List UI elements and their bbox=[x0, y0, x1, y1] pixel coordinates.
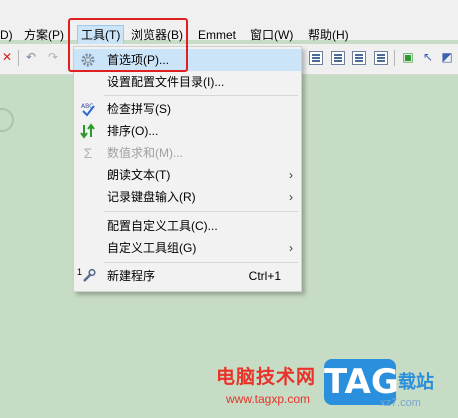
menu-item-sort[interactable]: 排序(O)... bbox=[74, 120, 301, 142]
menu-item-configure-custom-tools[interactable]: 配置自定义工具(C)... bbox=[74, 215, 301, 237]
redo-icon[interactable]: ↷ bbox=[46, 50, 60, 64]
menu-plan[interactable]: 方案(P) bbox=[24, 26, 64, 44]
submenu-arrow-icon: › bbox=[289, 190, 293, 204]
menu-item-new-program[interactable]: 1 新建程序 Ctrl+1 bbox=[74, 265, 301, 287]
toolbar-separator bbox=[18, 50, 19, 66]
toolbar-separator bbox=[394, 50, 395, 66]
watermark-sub-url: xz7.com bbox=[380, 397, 421, 409]
menu-item-label: 检查拼写(S) bbox=[107, 102, 171, 116]
watermark-url: www.tagxp.com bbox=[226, 392, 311, 406]
help-pointer-icon[interactable]: ↖ bbox=[421, 50, 435, 64]
watermark-site-name: 电脑技术网 bbox=[216, 367, 317, 388]
menu-item-shortcut: Ctrl+1 bbox=[248, 269, 281, 283]
background-circle-decoration bbox=[0, 108, 14, 132]
wrench-icon bbox=[80, 268, 96, 284]
menu-item-sum-values[interactable]: Σ 数值求和(M)... bbox=[74, 142, 301, 164]
menu-item-spellcheck[interactable]: ABC 检查拼写(S) bbox=[74, 98, 301, 120]
highlight-annotation-box bbox=[68, 18, 188, 72]
menu-scheme-partial[interactable]: D) bbox=[0, 26, 13, 44]
document-view-icon[interactable] bbox=[352, 51, 366, 65]
sort-icon bbox=[80, 123, 96, 139]
menu-item-label: 自定义工具组(G) bbox=[107, 241, 197, 255]
menu-item-label: 记录键盘输入(R) bbox=[107, 190, 196, 204]
panel-view-icon[interactable] bbox=[331, 51, 345, 65]
menu-item-label: 配置自定义工具(C)... bbox=[107, 219, 218, 233]
list-view-icon[interactable] bbox=[309, 51, 323, 65]
submenu-arrow-icon: › bbox=[289, 241, 293, 255]
run-icon[interactable]: ◩ bbox=[440, 50, 454, 64]
window-view-icon[interactable] bbox=[374, 51, 388, 65]
menu-window[interactable]: 窗口(W) bbox=[250, 26, 293, 44]
spellcheck-icon: ABC bbox=[80, 101, 96, 117]
menu-item-label: 设置配置文件目录(I)... bbox=[107, 75, 225, 89]
menu-item-label: 数值求和(M)... bbox=[107, 146, 183, 160]
tools-dropdown-menu: 首选项(P)... 设置配置文件目录(I)... ABC 检查拼写(S) 排序(… bbox=[73, 46, 302, 292]
menu-item-record-keyboard[interactable]: 记录键盘输入(R) › bbox=[74, 186, 301, 208]
tool-icon[interactable]: ▣ bbox=[401, 50, 415, 64]
menu-emmet[interactable]: Emmet bbox=[198, 26, 236, 44]
menu-separator bbox=[104, 211, 298, 212]
menu-item-set-config-dir[interactable]: 设置配置文件目录(I)... bbox=[74, 71, 301, 93]
menu-item-label: 朗读文本(T) bbox=[107, 168, 171, 182]
menu-item-custom-tool-group[interactable]: 自定义工具组(G) › bbox=[74, 237, 301, 259]
undo-icon[interactable]: ↶ bbox=[24, 50, 38, 64]
menu-help[interactable]: 帮助(H) bbox=[308, 26, 349, 44]
sigma-icon: Σ bbox=[83, 145, 93, 161]
tool-number: 1 bbox=[77, 267, 83, 277]
submenu-arrow-icon: › bbox=[289, 168, 293, 182]
close-icon[interactable]: ✕ bbox=[0, 50, 14, 64]
menu-item-label: 排序(O)... bbox=[107, 124, 159, 138]
menu-item-read-text[interactable]: 朗读文本(T) › bbox=[74, 164, 301, 186]
menu-separator bbox=[104, 262, 298, 263]
watermark-download-text: 载站 bbox=[398, 372, 434, 392]
menu-item-label: 新建程序 bbox=[107, 269, 156, 283]
menu-separator bbox=[104, 95, 298, 96]
